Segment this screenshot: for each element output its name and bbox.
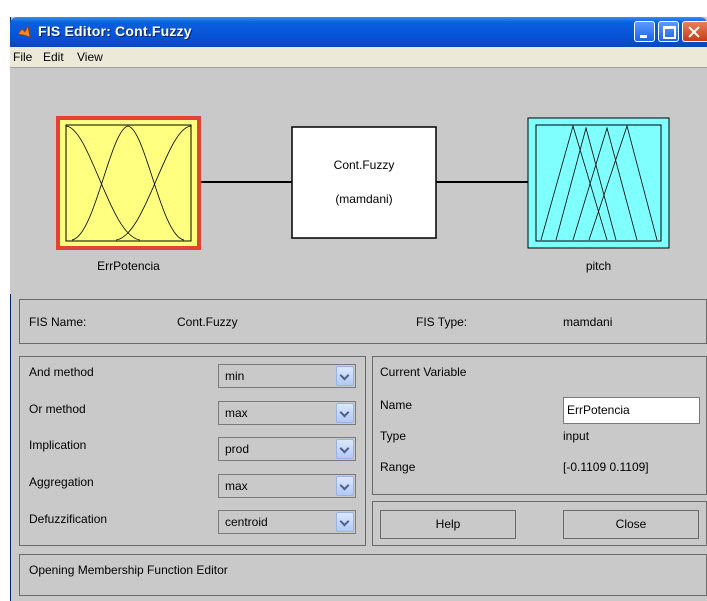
aggregation-label: Aggregation xyxy=(29,475,94,489)
menu-file[interactable]: File xyxy=(13,50,32,64)
variable-type-value: input xyxy=(563,429,590,443)
output-name-label: pitch xyxy=(585,259,612,273)
system-name-label: Cont.Fuzzy xyxy=(333,158,395,172)
fis-type-label: FIS Type: xyxy=(416,315,468,329)
output-block-pitch[interactable] xyxy=(527,117,670,249)
system-block[interactable] xyxy=(291,126,437,239)
menu-edit[interactable]: Edit xyxy=(43,50,64,64)
input-block-ErrPotencia[interactable] xyxy=(56,116,201,250)
close-window-button[interactable] xyxy=(682,21,707,42)
and-method-label: And method xyxy=(29,365,94,379)
title-bar: FIS Editor: Cont.Fuzzy xyxy=(10,17,707,47)
matlab-icon xyxy=(17,25,31,38)
chevron-down-icon xyxy=(336,512,354,532)
chevron-down-icon xyxy=(336,439,354,459)
variable-name-field[interactable] xyxy=(563,397,700,424)
help-button[interactable]: Help xyxy=(380,510,516,539)
defuzzification-dropdown[interactable]: centroid xyxy=(218,510,356,534)
variable-type-label: Type xyxy=(380,429,407,443)
and-method-dropdown[interactable]: min xyxy=(218,364,356,388)
window-title: FIS Editor: Cont.Fuzzy xyxy=(38,23,192,39)
variable-range-label: Range xyxy=(380,460,416,474)
current-variable-header: Current Variable xyxy=(380,365,467,379)
variable-name-input[interactable] xyxy=(567,403,695,417)
variable-name-label: Name xyxy=(380,398,413,412)
minimize-button[interactable] xyxy=(634,21,655,42)
menu-bar: File Edit View xyxy=(10,47,707,68)
defuzzification-label: Defuzzification xyxy=(29,512,108,526)
status-message: Opening Membership Function Editor xyxy=(29,563,228,577)
implication-dropdown[interactable]: prod xyxy=(218,437,356,461)
implication-label: Implication xyxy=(29,438,87,452)
chevron-down-icon xyxy=(336,476,354,496)
system-type-label: (mamdani) xyxy=(335,192,393,206)
chevron-down-icon xyxy=(336,403,354,423)
chevron-down-icon xyxy=(336,366,354,386)
menu-view[interactable]: View xyxy=(77,50,103,64)
variable-range-value: [-0.1109 0.1109] xyxy=(563,460,649,474)
maximize-button[interactable] xyxy=(658,21,679,42)
or-method-label: Or method xyxy=(29,402,86,416)
fis-diagram: Cont.Fuzzy (mamdani) ErrPotencia pitch xyxy=(10,68,707,294)
fis-name-value: Cont.Fuzzy xyxy=(177,315,238,329)
fis-type-value: mamdani xyxy=(563,315,613,329)
close-button[interactable]: Close xyxy=(563,510,699,539)
input-name-label: ErrPotencia xyxy=(97,259,160,273)
or-method-dropdown[interactable]: max xyxy=(218,401,356,425)
aggregation-dropdown[interactable]: max xyxy=(218,474,356,498)
fis-name-label: FIS Name: xyxy=(29,315,87,329)
